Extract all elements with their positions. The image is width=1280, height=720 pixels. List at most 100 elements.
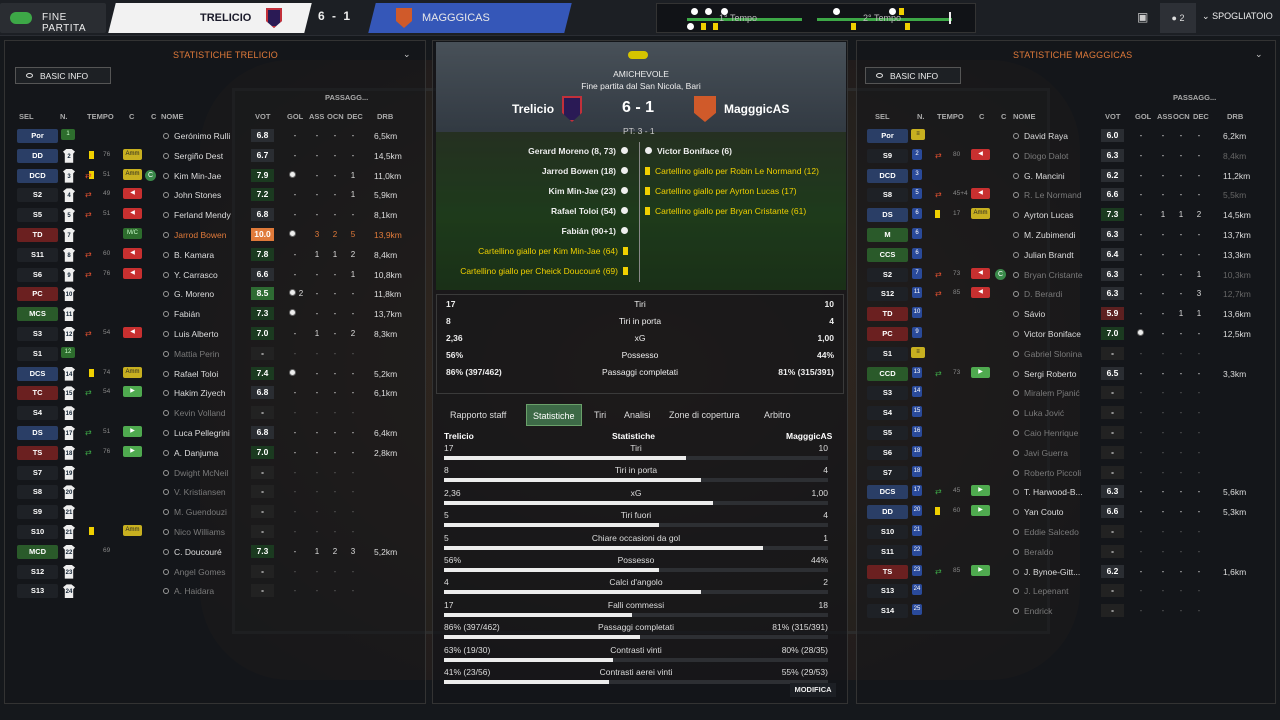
player-row[interactable]: TS 18 ⇄ 76 ▶ A. Danjuma 7.0 - - - - 2,8km: [5, 442, 425, 462]
away-event[interactable]: Cartellino giallo per Ayrton Lucas (17): [645, 186, 797, 196]
player-row[interactable]: S4 16 Kevin Volland - - - - -: [5, 402, 425, 422]
column-header[interactable]: VOT: [255, 112, 270, 121]
column-header[interactable]: TEMPO: [87, 112, 114, 121]
away-event[interactable]: Victor Boniface (6): [645, 146, 732, 156]
player-row[interactable]: DCS 14 74 Amm Rafael Toloi 7.4 - - - 5,2km: [5, 363, 425, 383]
player-row[interactable]: S7 18 Roberto Piccoli - - - - -: [857, 462, 1275, 482]
player-name[interactable]: A. Danjuma: [163, 448, 218, 458]
player-name[interactable]: David Raya: [1013, 131, 1068, 141]
player-name[interactable]: T. Harwood-B...: [1013, 487, 1083, 497]
player-row[interactable]: PC 10 G. Moreno 8.5 2 - - - 11,8km: [5, 283, 425, 303]
player-row[interactable]: S2 7 ⇄ 73 ◀ C Bryan Cristante 6.3 - - - 1 10,3km: [857, 264, 1275, 284]
player-name[interactable]: G. Mancini: [1013, 171, 1065, 181]
player-row[interactable]: S8 20 V. Kristiansen - - - - -: [5, 481, 425, 501]
player-name[interactable]: J. Lepenant: [1013, 586, 1068, 596]
player-name[interactable]: Kevin Volland: [163, 408, 226, 418]
player-name[interactable]: Beraldo: [1013, 547, 1053, 557]
player-row[interactable]: DCD 3 G. Mancini 6.2 - - - - 11,2km: [857, 165, 1275, 185]
tab-tiri[interactable]: Tiri: [594, 404, 606, 426]
player-row[interactable]: S1 ≡ Gabriel Slonina - - - - -: [857, 343, 1275, 363]
tab-statistiche[interactable]: Statistiche: [526, 404, 582, 426]
column-header[interactable]: SEL: [875, 112, 890, 121]
player-row[interactable]: S14 25 Endrick - - - - -: [857, 600, 1275, 620]
column-header[interactable]: VOT: [1105, 112, 1120, 121]
player-row[interactable]: S13 24 A. Haidara - - - - -: [5, 580, 425, 600]
player-name[interactable]: Hakim Ziyech: [163, 388, 225, 398]
column-header[interactable]: N.: [917, 112, 925, 121]
player-row[interactable]: DS 17 ⇄ 51 ▶ Luca Pellegrini 6.8 - - - - 6,4km: [5, 422, 425, 442]
player-row[interactable]: S12 23 Angel Gomes - - - - -: [5, 561, 425, 581]
player-name[interactable]: Ferland Mendy: [163, 210, 231, 220]
player-name[interactable]: Gerónimo Rulli: [163, 131, 230, 141]
column-header[interactable]: C: [979, 112, 984, 121]
player-name[interactable]: Miralem Pjanić: [1013, 388, 1080, 398]
player-row[interactable]: S9 2 ⇄ 80 ◀ Diogo Dalot 6.3 - - - - 8,4km: [857, 145, 1275, 165]
player-row[interactable]: S13 24 J. Lepenant - - - - -: [857, 580, 1275, 600]
home-event[interactable]: Jarrod Bowen (18): [542, 166, 628, 176]
people-badge[interactable]: ● 2: [1160, 3, 1196, 33]
player-name[interactable]: B. Kamara: [163, 250, 214, 260]
player-name[interactable]: Victor Boniface: [1013, 329, 1081, 339]
match-timeline[interactable]: 1° Tempo 2° Tempo: [656, 3, 976, 33]
column-header[interactable]: NOME: [161, 112, 184, 121]
player-name[interactable]: V. Kristiansen: [163, 487, 226, 497]
player-name[interactable]: Jarrod Bowen: [163, 230, 226, 240]
player-name[interactable]: Fabián: [163, 309, 200, 319]
tab-zone-di-copertura[interactable]: Zone di copertura: [669, 404, 740, 426]
player-row[interactable]: DS 6 17 Amm Ayrton Lucas 7.3 - 1 1 2 14,5km: [857, 204, 1275, 224]
home-event[interactable]: Cartellino giallo per Cheick Doucouré (6…: [460, 266, 628, 276]
player-row[interactable]: S6 18 Javi Guerra - - - - -: [857, 442, 1275, 462]
column-header[interactable]: GOL: [287, 112, 303, 121]
player-name[interactable]: Kim Min-Jae: [163, 171, 221, 181]
player-name[interactable]: J. Bynoe-Gitt...: [1013, 567, 1080, 577]
player-row[interactable]: DCD 3 ⇄ 51 Amm C Kim Min-Jae 7.9 - - 1 11,0km: [5, 165, 425, 185]
player-row[interactable]: M 6 M. Zubimendi 6.3 - - - - 13,7km: [857, 224, 1275, 244]
player-name[interactable]: Caio Henrique: [1013, 428, 1078, 438]
player-row[interactable]: MCS 11 Fabián 7.3 - - - 13,7km: [5, 303, 425, 323]
player-name[interactable]: R. Le Normand: [1013, 190, 1082, 200]
player-name[interactable]: Nico Williams: [163, 527, 225, 537]
player-name[interactable]: Bryan Cristante: [1013, 270, 1083, 280]
column-header[interactable]: N.: [60, 112, 68, 121]
player-row[interactable]: PC 9 Victor Boniface 7.0 - - - 12,5km: [857, 323, 1275, 343]
column-header[interactable]: C: [1001, 112, 1006, 121]
player-row[interactable]: S8 5 ⇄ 45+4 ◀ R. Le Normand 6.6 - - - - 5,5km: [857, 184, 1275, 204]
away-event[interactable]: Cartellino giallo per Bryan Cristante (6…: [645, 206, 806, 216]
column-header[interactable]: DEC: [347, 112, 363, 121]
player-row[interactable]: MCD 22 69 C. Doucouré 7.3 - 1 2 3 5,2km: [5, 541, 425, 561]
player-row[interactable]: S5 5 ⇄ 51 ◀ Ferland Mendy 6.8 - - - - 8,1km: [5, 204, 425, 224]
column-header[interactable]: OCN: [327, 112, 344, 121]
basic-info-button[interactable]: BASIC INFO: [865, 67, 961, 84]
player-name[interactable]: G. Moreno: [163, 289, 214, 299]
bus-icon[interactable]: ▣: [1137, 10, 1148, 24]
player-name[interactable]: Sávio: [1013, 309, 1045, 319]
column-header[interactable]: SEL: [19, 112, 34, 121]
player-row[interactable]: S1 12 Mattia Perin - - - - -: [5, 343, 425, 363]
player-name[interactable]: Luis Alberto: [163, 329, 218, 339]
player-name[interactable]: Roberto Piccoli: [1013, 468, 1081, 478]
player-name[interactable]: M. Guendouzi: [163, 507, 227, 517]
away-event[interactable]: Cartellino giallo per Robin Le Normand (…: [645, 166, 819, 176]
player-row[interactable]: S9 21 M. Guendouzi - - - - -: [5, 501, 425, 521]
player-row[interactable]: S6 9 ⇄ 76 ◀ Y. Carrasco 6.6 - - - 1 10,8km: [5, 264, 425, 284]
player-name[interactable]: Luka Jović: [1013, 408, 1064, 418]
center-away-team[interactable]: MagggicAS: [724, 102, 789, 116]
home-event[interactable]: Kim Min-Jae (23): [548, 186, 628, 196]
player-row[interactable]: TD 7 M/C Jarrod Bowen 10.0 3 2 5 13,9km: [5, 224, 425, 244]
player-name[interactable]: Gabriel Slonina: [1013, 349, 1082, 359]
player-row[interactable]: CCS 6 Julian Brandt 6.4 - - - - 13,3km: [857, 244, 1275, 264]
player-name[interactable]: Yan Couto: [1013, 507, 1064, 517]
player-row[interactable]: DD 20 60 ▶ Yan Couto 6.6 - - - - 5,3km: [857, 501, 1275, 521]
player-row[interactable]: S3 14 Miralem Pjanić - - - - -: [857, 382, 1275, 402]
player-row[interactable]: Por ≡ David Raya 6.0 - - - - 6,2km: [857, 125, 1275, 145]
column-header[interactable]: DRB: [377, 112, 393, 121]
player-row[interactable]: S5 16 Caio Henrique - - - - -: [857, 422, 1275, 442]
column-header[interactable]: TEMPO: [937, 112, 964, 121]
column-header[interactable]: DEC: [1193, 112, 1209, 121]
player-row[interactable]: S11 8 ⇄ 60 ◀ B. Kamara 7.8 - 1 1 2 8,4km: [5, 244, 425, 264]
chevron-down-icon[interactable]: ⌄: [1255, 49, 1263, 60]
player-row[interactable]: CCD 13 ⇄ 73 ▶ Sergi Roberto 6.5 - - - - 3,3km: [857, 363, 1275, 383]
player-row[interactable]: S3 12 ⇄ 54 ◀ Luis Alberto 7.0 - 1 - 2 8,3km: [5, 323, 425, 343]
player-name[interactable]: Javi Guerra: [1013, 448, 1068, 458]
player-row[interactable]: S10 21 Amm Nico Williams - - - - -: [5, 521, 425, 541]
